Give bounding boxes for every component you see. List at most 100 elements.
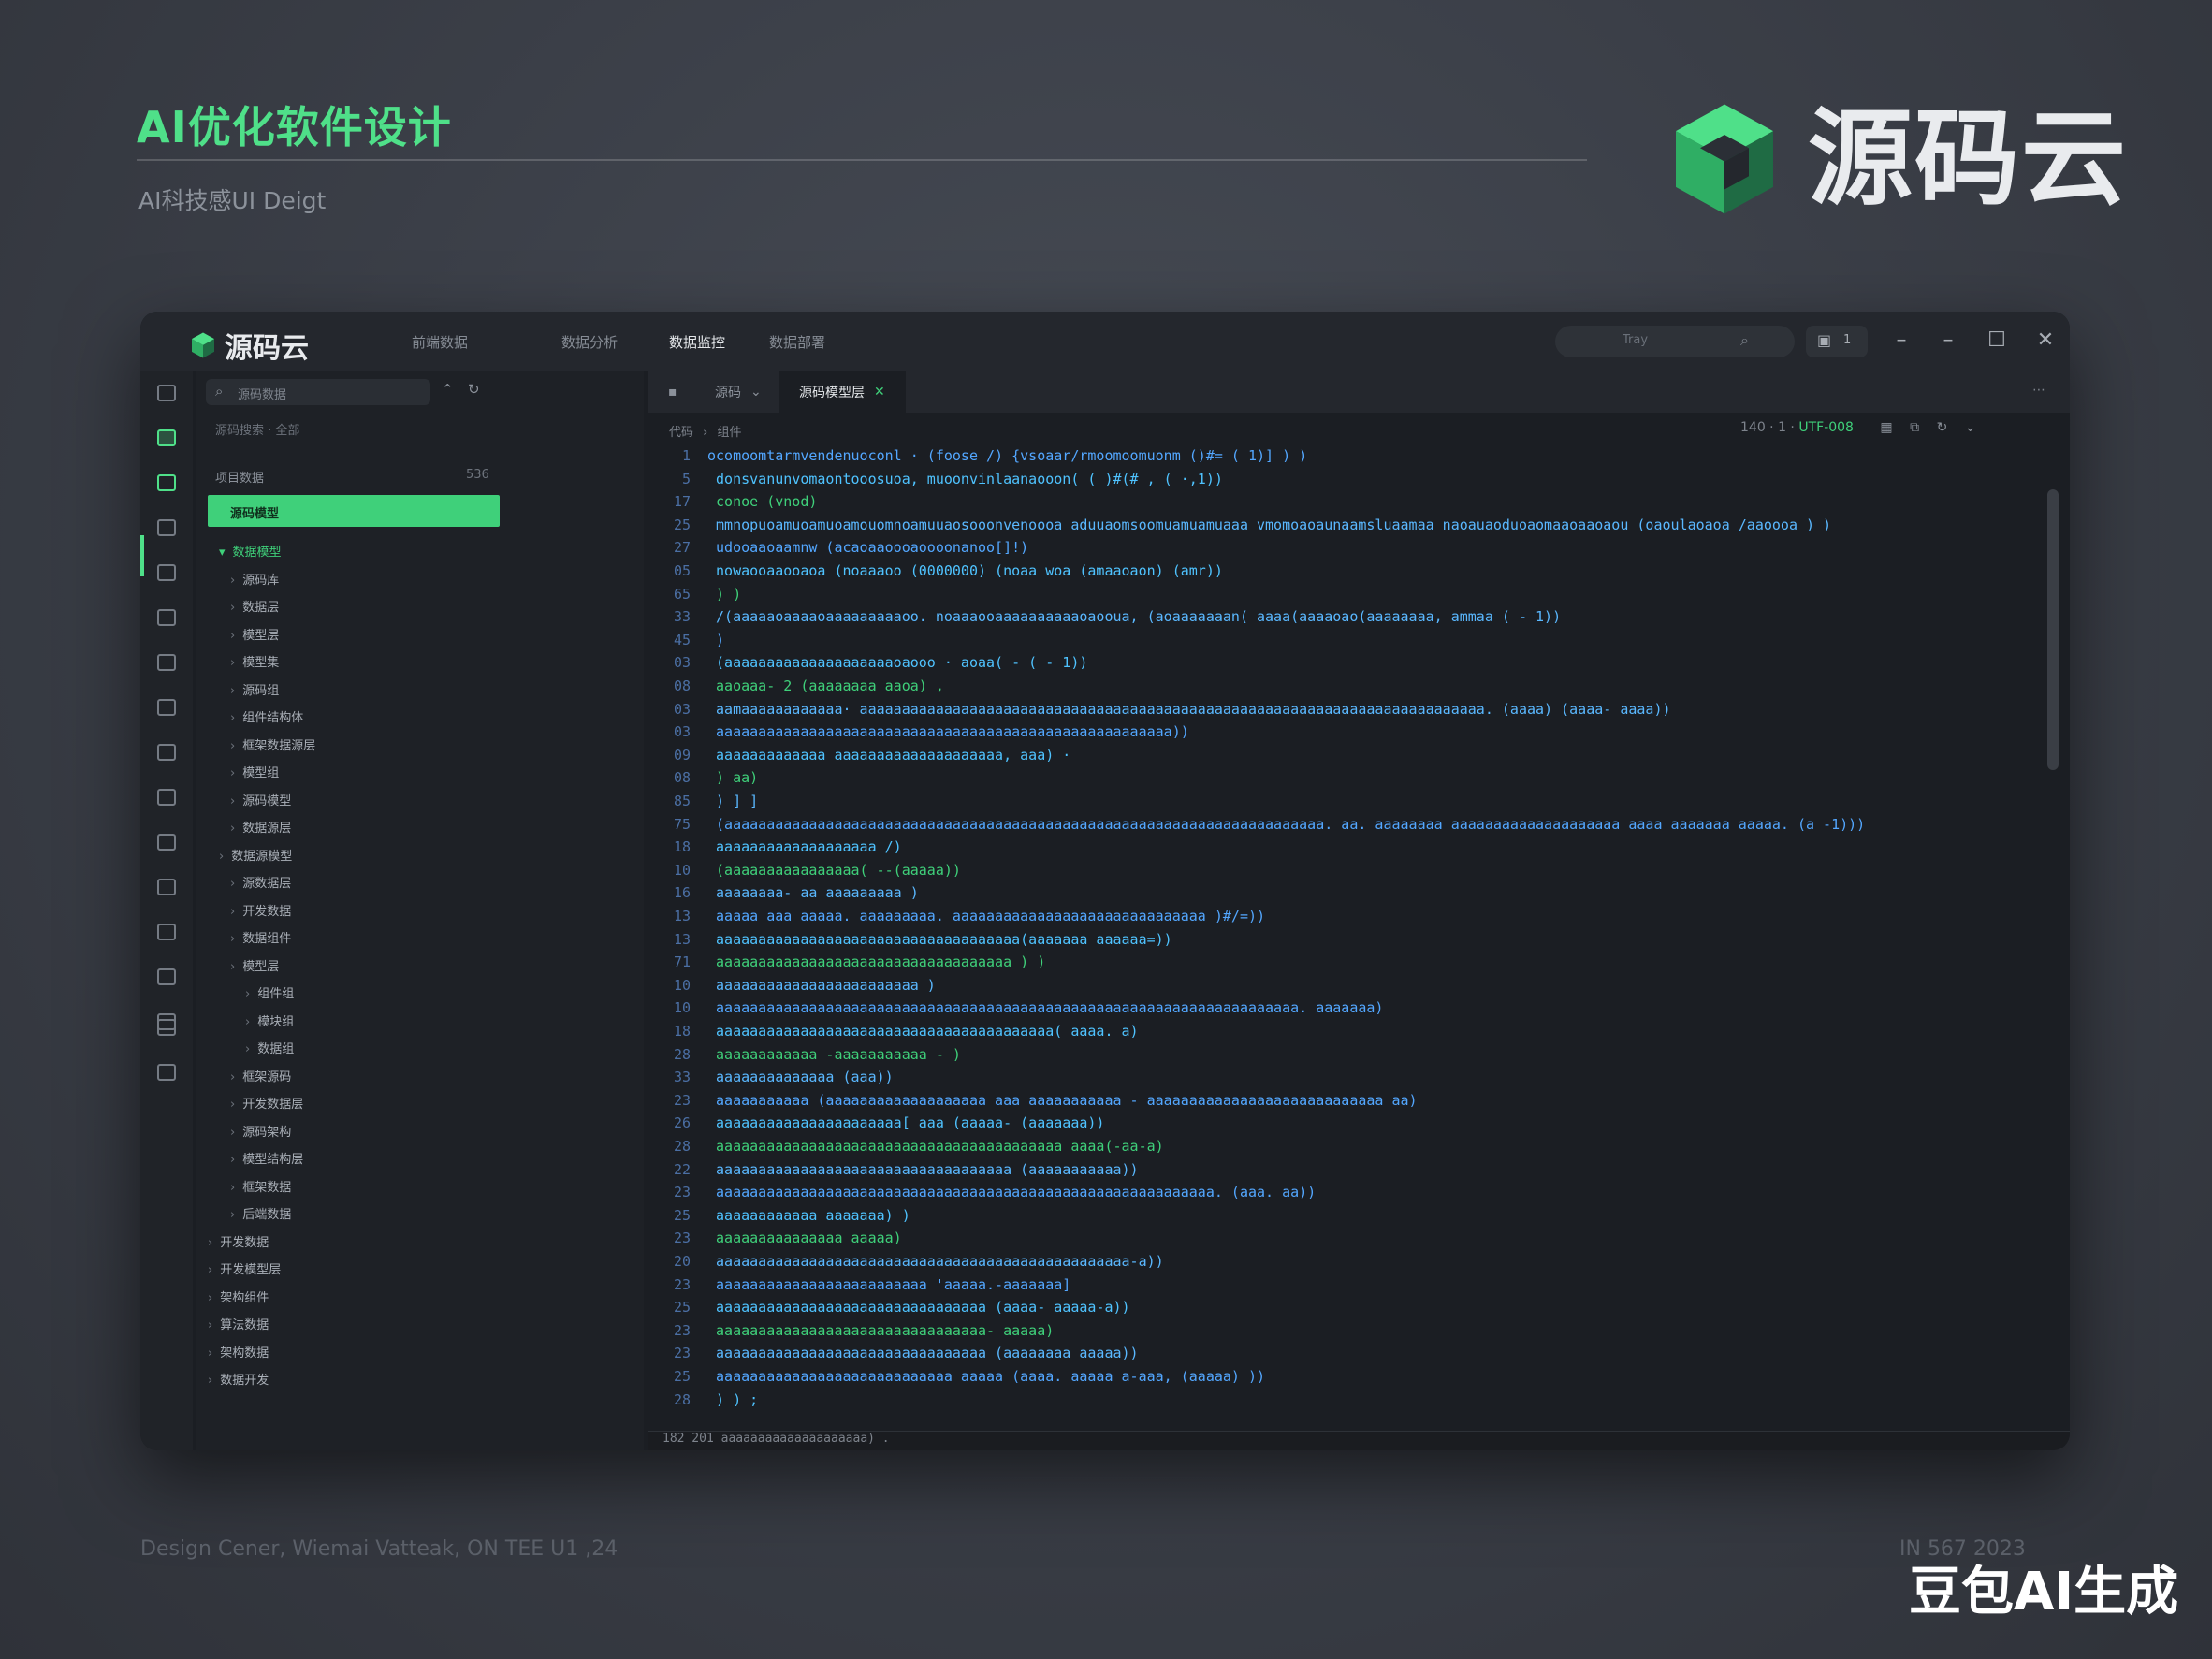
chevron-right-icon: › xyxy=(219,849,225,864)
tree-item[interactable]: › 源码库 xyxy=(230,570,279,588)
tree-item[interactable]: › 模型集 xyxy=(230,652,279,670)
tree-item[interactable]: › 架构数据 xyxy=(208,1343,269,1361)
minimize-panel-button[interactable]: – xyxy=(1888,328,1914,352)
breadcrumb-item[interactable]: 组件 xyxy=(718,426,742,440)
line-number: 16 xyxy=(673,884,691,902)
line-number: 10 xyxy=(673,976,691,994)
tree-item[interactable]: › 开发数据 xyxy=(208,1232,269,1250)
terminal-icon[interactable] xyxy=(153,607,180,628)
tree-item[interactable]: › 模型层 xyxy=(230,625,279,643)
tree-item[interactable]: › 算法数据 xyxy=(208,1315,269,1332)
file-icon[interactable] xyxy=(153,383,180,403)
tree-item[interactable]: › 数据组 xyxy=(245,1039,294,1056)
tree-item[interactable]: › 开发数据层 xyxy=(230,1094,303,1112)
monitor-icon[interactable] xyxy=(153,832,180,852)
code-editor[interactable]: 1 ocomoomtarmvendenuoconl · (foose /) {vs… xyxy=(648,444,2056,1418)
chevron-down-icon[interactable]: ⌄ xyxy=(1965,420,1976,435)
menu-item[interactable]: 数据部署 xyxy=(769,332,825,352)
editor-scrollbar[interactable] xyxy=(2047,489,2059,770)
tree-item[interactable]: › 开发数据 xyxy=(230,901,291,919)
line-number: 23 xyxy=(673,1184,691,1201)
copy-icon[interactable]: ⧉ xyxy=(1910,420,1919,435)
tree-item[interactable]: › 模块组 xyxy=(245,1011,294,1029)
search-placeholder: Tray xyxy=(1623,333,1649,347)
tree-item-label: 后端数据 xyxy=(242,1208,292,1222)
tree-item[interactable]: › 组件结构体 xyxy=(230,707,303,725)
tree-item[interactable]: ▾ 数据模型 xyxy=(219,542,282,560)
tree-item[interactable]: › 后端数据 xyxy=(230,1204,291,1222)
split-icon[interactable]: ▦ xyxy=(1880,420,1892,435)
close-button[interactable]: ✕ xyxy=(2032,328,2059,352)
code-text: aaaaaaaaaaaaaaa aaaaa) xyxy=(707,1230,902,1247)
git-icon[interactable] xyxy=(153,517,180,538)
code-icon[interactable] xyxy=(153,428,180,448)
code-text: ) ] ] xyxy=(707,793,759,809)
tree-item[interactable]: › 数据开发 xyxy=(208,1370,269,1388)
tree-item[interactable]: › 数据源模型 xyxy=(219,846,292,864)
activity-bar xyxy=(140,371,193,1450)
refresh-icon[interactable]: ↻ xyxy=(1937,420,1948,435)
tree-item[interactable]: › 开发模型层 xyxy=(208,1259,281,1277)
tree-item[interactable]: › 数据源层 xyxy=(230,818,291,836)
package-icon[interactable] xyxy=(153,742,180,763)
tree-item[interactable]: › 架构组件 xyxy=(208,1288,269,1305)
tree-item[interactable]: › 模型结构层 xyxy=(230,1149,303,1167)
tree-item[interactable]: › 框架源码 xyxy=(230,1067,291,1084)
explorer-section-title[interactable]: 项目数据 xyxy=(215,468,264,486)
minimize-button[interactable]: – xyxy=(1935,328,1961,352)
close-icon[interactable]: ✕ xyxy=(874,385,885,400)
tree-item[interactable]: › 源码架构 xyxy=(230,1122,291,1140)
explorer-icon[interactable] xyxy=(153,473,180,493)
explorer-search-input[interactable]: ⌕ 源码数据 xyxy=(206,379,430,405)
code-line: 18 aaaaaaaaaaaaaaaaaaaaaaaaaaaaaaaaaaaaa… xyxy=(648,1020,1139,1043)
database-icon[interactable] xyxy=(153,787,180,808)
line-number: 20 xyxy=(673,1253,691,1270)
tree-item[interactable]: › 源码模型 xyxy=(230,791,291,808)
tab-active[interactable]: 源码模型层 ✕ xyxy=(779,371,906,413)
tree-item[interactable]: › 模型组 xyxy=(230,763,279,780)
menu-item[interactable]: 前端数据 xyxy=(412,332,468,352)
window-logo[interactable]: 源码云 xyxy=(189,325,309,366)
account-icon[interactable] xyxy=(153,1062,180,1083)
cloud-icon[interactable] xyxy=(153,652,180,673)
user-chip[interactable]: ▣ 1 xyxy=(1806,326,1868,357)
maximize-button[interactable]: ☐ xyxy=(1984,328,2010,352)
code-text: (aaaaaaaaaaaaaaaaaaaaoaooo · aoaa( - ( -… xyxy=(707,654,1088,672)
breadcrumb-item[interactable]: 代码 xyxy=(669,426,693,440)
tab-source[interactable]: 源码 ⌄ xyxy=(694,371,782,413)
code-text: aaaaaaaaaaaaaaaaaaaaaaaaaaaaaaaaaaa ) ) xyxy=(707,953,1046,971)
tree-item[interactable]: › 数据层 xyxy=(230,597,279,615)
menu-item[interactable]: 数据分析 xyxy=(561,332,618,352)
search-icon[interactable]: ⌕ xyxy=(1740,331,1749,350)
chevron-right-icon: › xyxy=(230,793,236,808)
encoding-label[interactable]: UTF-008 xyxy=(1798,420,1854,435)
code-line: 33 aaaaaaaaaaaaaa (aaa)) xyxy=(648,1066,894,1089)
more-icon[interactable]: ⋯ xyxy=(2032,383,2045,398)
search-input[interactable]: Tray ⌕ xyxy=(1555,326,1795,357)
server-icon[interactable] xyxy=(153,877,180,897)
tree-item-selected[interactable]: 源码模型 xyxy=(208,495,500,527)
refresh-icon[interactable]: ↻ xyxy=(468,381,480,398)
menu-item-active[interactable]: 数据监控 xyxy=(669,332,725,352)
chevron-right-icon: › xyxy=(230,904,236,919)
sync-icon[interactable] xyxy=(153,967,180,987)
line-number: 33 xyxy=(673,608,691,626)
tree-item-label: 数据模型 xyxy=(232,546,282,560)
code-text: aaaaaaaaaaaaaaaaaaaaaaaaaaaaaaaaaaa (aaa… xyxy=(707,1160,1139,1178)
settings-icon[interactable] xyxy=(153,1017,180,1038)
chevron-right-icon: › xyxy=(230,1125,236,1140)
tab-home[interactable]: ▪ xyxy=(648,371,698,413)
tree-item-label: 开发模型层 xyxy=(220,1263,282,1277)
tree-item[interactable]: › 数据组件 xyxy=(230,928,291,946)
code-text: mmnopuoamuoamuoamouomnoamuuaosooonvenooo… xyxy=(707,516,1832,533)
debug-icon[interactable] xyxy=(153,562,180,583)
tree-item[interactable]: › 源数据层 xyxy=(230,873,291,891)
tree-item[interactable]: › 源码组 xyxy=(230,680,279,698)
tree-item[interactable]: › 模型层 xyxy=(230,956,279,974)
search-icon[interactable] xyxy=(153,922,180,942)
chart-icon[interactable] xyxy=(153,697,180,718)
tree-item[interactable]: › 框架数据 xyxy=(230,1177,291,1195)
collapse-up-icon[interactable]: ⌃ xyxy=(442,381,454,398)
tree-item[interactable]: › 框架数据源层 xyxy=(230,735,315,753)
tree-item[interactable]: › 组件组 xyxy=(245,983,294,1001)
